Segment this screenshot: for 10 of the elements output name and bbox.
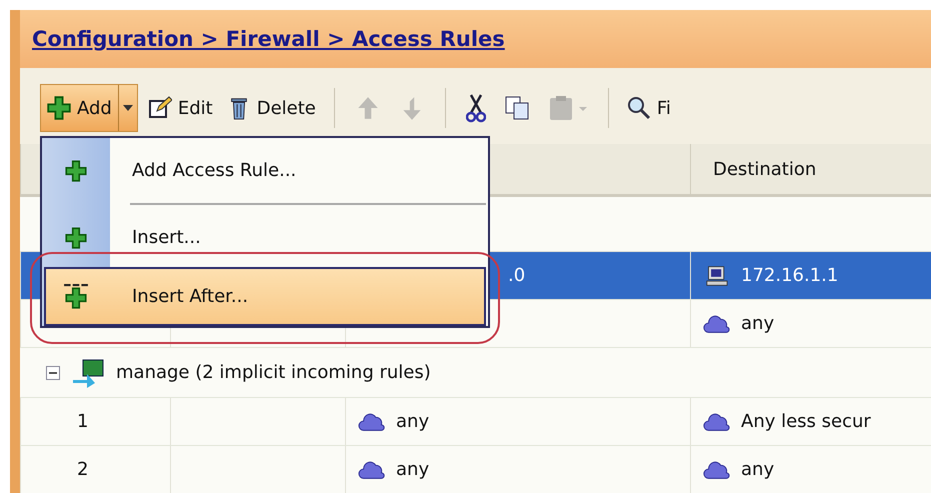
destination-text: Any less secur — [741, 411, 871, 432]
source-text: any — [396, 459, 430, 480]
destination-text: any — [741, 459, 774, 480]
destination-text: 172.16.1.1 — [741, 265, 838, 286]
source-text: .0 — [508, 265, 526, 286]
group-label: manage (2 implicit incoming rules) — [116, 362, 431, 383]
source-text: any — [396, 411, 430, 432]
rule-number: 1 — [77, 411, 88, 432]
destination-text: any — [741, 313, 774, 334]
rule-number: 2 — [77, 459, 88, 480]
